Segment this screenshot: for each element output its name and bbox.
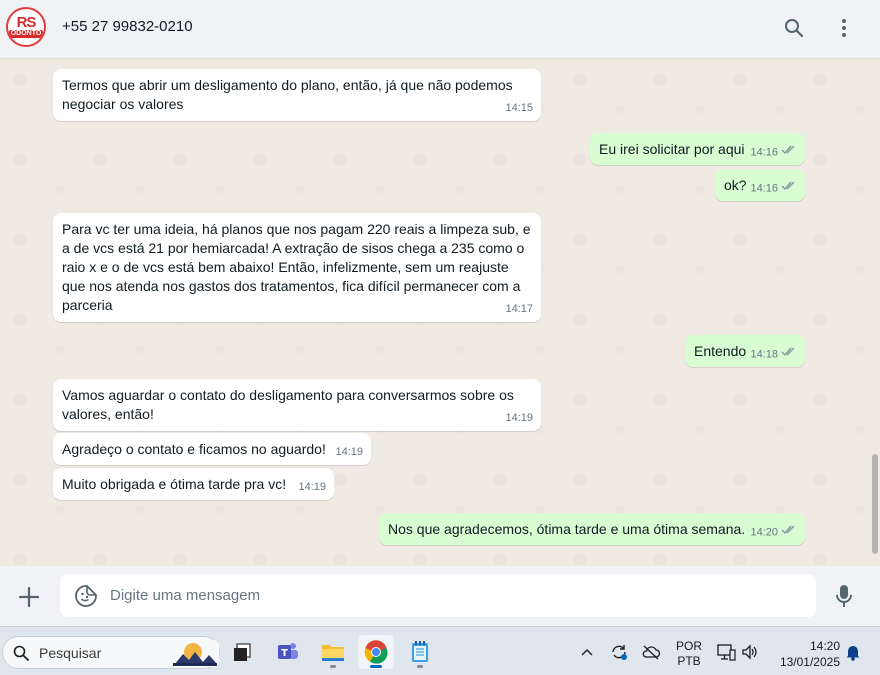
message-incoming[interactable]: Agradeço o contato e ficamos no aguardo!…	[53, 433, 371, 465]
message-time: 14:20	[750, 526, 778, 538]
language-code: POR	[675, 639, 702, 653]
message-time: 14:18	[750, 348, 778, 360]
message-outgoing[interactable]: ok? 14:16	[715, 169, 805, 201]
avatar-logo-subtext: ODONTO	[8, 30, 44, 38]
running-indicator	[330, 665, 336, 668]
message-time: 14:19	[298, 481, 326, 493]
message-time: 14:17	[505, 303, 533, 315]
chevron-up-icon[interactable]	[577, 642, 597, 662]
message-list[interactable]: Termos que abrir um desligamento do plan…	[0, 59, 880, 566]
message-meta: 14:18	[750, 345, 797, 364]
contact-avatar[interactable]: RS ODONTO	[6, 7, 46, 47]
message-time: 14:19	[335, 446, 363, 458]
running-indicator	[417, 665, 423, 668]
search-icon[interactable]	[782, 16, 806, 40]
message-text: Muito obrigada e ótima tarde pra vc!	[62, 476, 287, 492]
double-check-icon	[781, 179, 797, 198]
message-outgoing[interactable]: Eu irei solicitar por aqui 14:16	[590, 133, 805, 165]
attach-plus-icon[interactable]	[16, 584, 42, 610]
message-time: 14:16	[750, 182, 778, 194]
microphone-icon[interactable]	[832, 583, 856, 609]
chat-scrollbar[interactable]	[872, 454, 878, 554]
double-check-icon	[781, 523, 797, 542]
svg-text:T: T	[281, 648, 288, 659]
search-icon	[13, 645, 29, 661]
message-meta: 14:16	[750, 143, 797, 162]
message-input[interactable]	[110, 574, 800, 617]
message-text: Agradeço o contato e ficamos no aguardo!	[62, 441, 326, 457]
message-text: Vamos aguardar o contato do desligamento…	[62, 387, 514, 422]
active-indicator	[370, 665, 382, 668]
search-highlight-image	[171, 640, 219, 667]
taskbar-search[interactable]: Pesquisar	[2, 636, 220, 669]
sync-icon[interactable]	[609, 642, 629, 662]
double-check-icon	[781, 143, 797, 162]
taskbar-file-explorer-icon[interactable]	[315, 635, 351, 669]
message-incoming[interactable]: Para vc ter uma ideia, há planos que nos…	[53, 213, 541, 322]
avatar-logo-text: RS	[16, 14, 37, 31]
language-indicator[interactable]: POR PTB	[675, 639, 703, 669]
taskbar-search-label: Pesquisar	[39, 645, 102, 661]
system-clock[interactable]: 14:20 13/01/2025	[770, 638, 840, 670]
cloud-offline-icon[interactable]	[641, 642, 661, 662]
message-meta: 14:20	[750, 523, 797, 542]
taskbar-teams-icon[interactable]: T	[270, 635, 306, 669]
message-outgoing[interactable]: Nos que agradecemos, ótima tarde e uma ó…	[379, 513, 805, 545]
taskbar-notepad-icon[interactable]	[402, 635, 438, 669]
message-time: 14:16	[750, 146, 778, 158]
message-incoming[interactable]: Vamos aguardar o contato do desligamento…	[53, 379, 541, 431]
keyboard-layout: PTB	[677, 654, 701, 668]
sticker-emoji-icon[interactable]	[74, 584, 98, 608]
windows-taskbar: Pesquisar T POR PTB 14:20 13/01/2025	[0, 626, 880, 675]
message-incoming[interactable]: Muito obrigada e ótima tarde pra vc! 14:…	[53, 468, 334, 500]
clock-time: 14:20	[809, 639, 840, 653]
message-meta: 14:16	[750, 179, 797, 198]
contact-name[interactable]: +55 27 99832-0210	[62, 18, 193, 35]
compose-bar	[0, 566, 880, 626]
taskbar-task-view[interactable]	[224, 635, 260, 669]
taskbar-chrome-icon[interactable]	[358, 635, 394, 669]
notification-bell-icon[interactable]	[843, 642, 863, 662]
message-text: Nos que agradecemos, ótima tarde e uma ó…	[388, 521, 746, 537]
more-options-icon[interactable]	[832, 16, 856, 40]
volume-icon[interactable]	[740, 642, 760, 662]
double-check-icon	[781, 345, 797, 364]
chat-header: RS ODONTO +55 27 99832-0210	[0, 0, 880, 59]
clock-date: 13/01/2025	[779, 655, 840, 669]
message-text: Para vc ter uma ideia, há planos que nos…	[62, 221, 531, 313]
compose-box	[60, 574, 816, 617]
message-outgoing[interactable]: Entendo 14:18	[685, 335, 805, 367]
network-icon[interactable]	[716, 642, 736, 662]
message-text: Termos que abrir um desligamento do plan…	[62, 77, 513, 112]
message-time: 14:19	[505, 412, 533, 424]
message-time: 14:15	[505, 102, 533, 114]
message-incoming[interactable]: Termos que abrir um desligamento do plan…	[53, 69, 541, 121]
